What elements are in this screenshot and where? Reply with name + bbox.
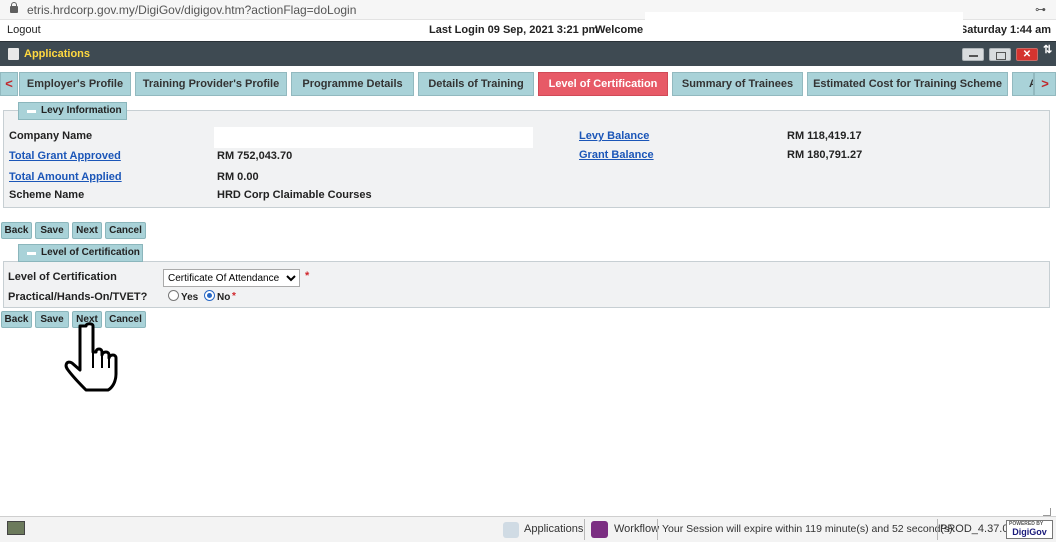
minimize-button[interactable] xyxy=(962,48,984,61)
close-button[interactable]: ✕ xyxy=(1016,48,1038,61)
digigov-logo: POWERED BY DigiGov xyxy=(1006,520,1053,539)
version-text: PROD_4.37.0 xyxy=(940,523,1009,535)
levy-information-header[interactable]: Levy Information xyxy=(18,102,127,120)
practical-no-radio[interactable] xyxy=(204,290,215,301)
total-amount-applied-link[interactable]: Total Amount Applied xyxy=(9,171,122,183)
logout-link[interactable]: Logout xyxy=(7,24,41,36)
scheme-name-label: Scheme Name xyxy=(9,189,85,201)
scheme-name-value: HRD Corp Claimable Courses xyxy=(217,189,372,201)
url-text[interactable]: etris.hrdcorp.gov.my/DigiGov/digigov.htm… xyxy=(27,3,356,17)
divider xyxy=(937,519,938,540)
lock-icon xyxy=(10,2,18,13)
applications-icon[interactable] xyxy=(503,522,519,538)
required-marker: * xyxy=(232,291,236,302)
tab-employers-profile[interactable]: Employer's Profile xyxy=(19,72,131,96)
back-button[interactable]: Back xyxy=(1,311,32,328)
level-of-certification-label: Level of Certification xyxy=(8,271,117,283)
divider xyxy=(657,519,658,540)
grant-balance-link[interactable]: Grant Balance xyxy=(579,149,654,161)
divider xyxy=(584,519,585,540)
logo-text: DigiGov xyxy=(1012,527,1047,537)
practical-yes-label: Yes xyxy=(181,292,199,303)
tab-training-provider-profile[interactable]: Training Provider's Profile xyxy=(135,72,287,96)
application-icon xyxy=(8,48,19,60)
collapse-icon xyxy=(27,252,36,255)
desktop-icon[interactable] xyxy=(7,521,25,535)
redacted-company-name xyxy=(214,127,533,148)
level-of-certification-panel xyxy=(3,261,1050,308)
tab-details-of-training[interactable]: Details of Training xyxy=(418,72,534,96)
grant-balance-value: RM 180,791.27 xyxy=(787,149,863,161)
workflow-icon[interactable] xyxy=(591,521,608,538)
last-login-text: Last Login 09 Sep, 2021 3:21 pm xyxy=(429,24,599,36)
required-marker: * xyxy=(305,270,310,282)
tab-programme-details[interactable]: Programme Details xyxy=(291,72,414,96)
total-grant-approved-value: RM 752,043.70 xyxy=(217,150,293,162)
company-name-label: Company Name xyxy=(9,130,93,142)
levy-balance-value: RM 118,419.17 xyxy=(787,130,862,142)
tab-level-of-certification[interactable]: Level of Certification xyxy=(538,72,668,96)
level-of-certification-title: Level of Certification xyxy=(41,247,140,258)
datetime-text: , Saturday 1:44 am xyxy=(953,24,1051,36)
levy-information-title: Levy Information xyxy=(41,105,122,116)
statusbar-applications[interactable]: Applications xyxy=(524,523,583,535)
tab-overflow[interactable]: A xyxy=(1012,72,1034,96)
tab-row: < Employer's Profile Training Provider's… xyxy=(0,71,1056,96)
level-of-certification-select[interactable]: Certificate Of Attendance xyxy=(163,269,300,287)
back-button[interactable]: Back xyxy=(1,222,32,239)
sort-arrows-icon[interactable]: ⇅ xyxy=(1043,43,1052,56)
logo-caption: POWERED BY xyxy=(1009,521,1044,527)
cancel-button[interactable]: Cancel xyxy=(105,222,146,239)
redacted-username xyxy=(645,12,963,40)
collapse-icon xyxy=(27,110,36,113)
levy-information-panel xyxy=(3,110,1050,208)
tab-scroll-right-button[interactable]: > xyxy=(1034,72,1056,96)
status-bar: Applications Workflow Your Session will … xyxy=(0,516,1056,542)
practical-yes-radio[interactable] xyxy=(168,290,179,301)
statusbar-workflow[interactable]: Workflow xyxy=(614,523,659,535)
levy-balance-link[interactable]: Levy Balance xyxy=(579,130,649,142)
level-of-certification-header[interactable]: Level of Certification xyxy=(18,244,143,262)
tab-summary-of-trainees[interactable]: Summary of Trainees xyxy=(672,72,803,96)
app-title: Applications xyxy=(24,48,91,60)
practical-no-label: No xyxy=(217,292,231,303)
practical-hands-on-label: Practical/Hands-On/TVET? xyxy=(8,291,148,303)
key-icon[interactable]: ⊶ xyxy=(1035,3,1046,16)
hand-pointer-cursor-icon xyxy=(64,322,118,392)
total-amount-applied-value: RM 0.00 xyxy=(217,171,259,183)
tab-scroll-left-button[interactable]: < xyxy=(0,72,18,96)
app-title-bar: Applications ✕ ⇅ xyxy=(0,41,1056,66)
welcome-text: Welcome xyxy=(595,24,644,36)
total-grant-approved-link[interactable]: Total Grant Approved xyxy=(9,150,121,162)
save-button[interactable]: Save xyxy=(35,222,69,239)
tab-estimated-cost[interactable]: Estimated Cost for Training Scheme xyxy=(807,72,1008,96)
session-expiry-text: Your Session will expire within 119 minu… xyxy=(662,523,956,535)
resize-grip-icon[interactable] xyxy=(1043,508,1051,516)
next-button[interactable]: Next xyxy=(72,222,102,239)
maximize-button[interactable] xyxy=(989,48,1011,61)
